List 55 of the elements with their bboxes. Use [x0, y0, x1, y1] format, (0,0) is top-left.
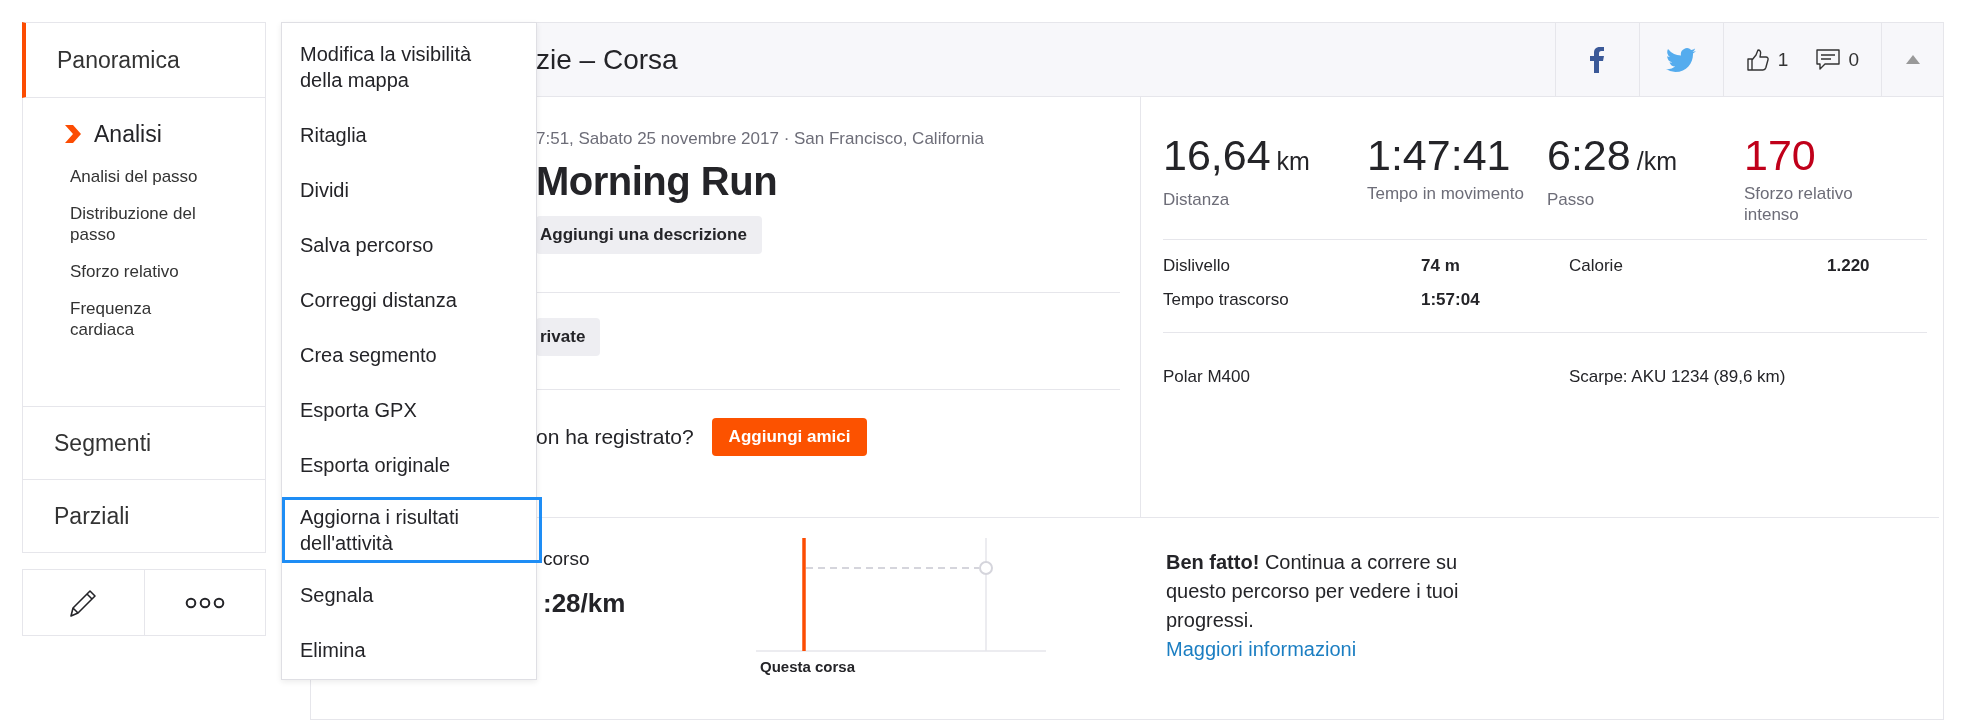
bird-icon — [1666, 47, 1697, 72]
menu-item[interactable]: Aggiorna i risultati dell'attività — [282, 497, 542, 563]
menu-item[interactable]: Segnala — [282, 572, 536, 618]
kudos-button[interactable]: 1 — [1722, 23, 1811, 96]
gear-text: Polar M400 — [1163, 367, 1251, 387]
date-location-text: 7:51, Sabato 25 novembre 2017 · San Francisco, California — [536, 129, 985, 149]
chart-label: Questa corsa — [760, 658, 856, 675]
stat-value: 16,64 km — [1163, 130, 1311, 181]
activity-title: Morning Run — [536, 159, 779, 204]
sidebar-link[interactable]: Analisi del passo — [23, 158, 240, 195]
detail-label: Calorie — [1569, 256, 1624, 276]
sidebar-tab[interactable]: Segmenti — [22, 407, 266, 480]
encouragement-text: Ben fatto! Continua a correre su questo percorso per vedere i tuoi progressi. — [1166, 550, 1460, 633]
menu-item[interactable]: Salva percorso — [282, 222, 536, 268]
menu-item[interactable]: Esporta GPX — [282, 387, 536, 433]
friends-prompt-text: on ha registrato? — [536, 425, 694, 449]
detail-label: Dislivello — [1163, 256, 1232, 276]
detail-value: 1:57:04 — [1421, 290, 1481, 310]
add-description-button[interactable]: Aggiungi una descrizione — [536, 216, 762, 254]
page-title: zie – Corsa — [536, 43, 678, 76]
menu-item[interactable]: Correggi distanza — [282, 277, 536, 323]
segment-label: corso — [543, 548, 591, 570]
comments-button[interactable]: 0 — [1810, 23, 1881, 96]
sidebar-tab[interactable]: Parziali — [22, 480, 266, 553]
stat-label: Distanza — [1163, 189, 1231, 210]
thumbs-up-icon — [1745, 47, 1770, 72]
sidebar-link[interactable]: Sforzo relativo — [23, 253, 240, 290]
triangle-up-icon — [1905, 55, 1920, 64]
stat-label: Passo — [1547, 189, 1596, 210]
menu-item[interactable]: Ritaglia — [282, 112, 536, 158]
chevron-icon — [62, 123, 84, 145]
detail-label: Tempo trascorso — [1163, 290, 1290, 310]
privacy-button[interactable]: rivate — [536, 318, 601, 356]
stat-value: 6:28/km — [1547, 130, 1678, 181]
more-icon — [184, 596, 225, 609]
stat-label: Tempo in movimento — [1367, 183, 1525, 204]
menu-item[interactable]: Elimina — [282, 627, 536, 673]
menu-item[interactable]: Dividi — [282, 167, 536, 213]
gear-text: Scarpe: AKU 1234 (89,6 km) — [1569, 367, 1787, 387]
comment-icon — [1816, 48, 1841, 71]
stat-label: Sforzo relativo intenso — [1744, 183, 1854, 225]
sidebar-link[interactable]: Frequenza cardiaca — [23, 290, 240, 348]
detail-value: 74 m — [1421, 256, 1461, 276]
menu-item[interactable]: Esporta originale — [282, 442, 536, 488]
menu-item[interactable]: Crea segmento — [282, 332, 536, 378]
sidebar-link[interactable]: Distribuzione del passo — [23, 195, 240, 253]
more-info-link[interactable]: Maggiori informazioni — [1166, 638, 1357, 660]
facebook-icon — [1590, 46, 1605, 73]
segment-pace: :28/km — [543, 588, 627, 619]
menu-item[interactable]: Modifica la visibilità della mappa — [282, 31, 536, 103]
stat-value: 170 — [1744, 130, 1817, 181]
sidebar-subtab[interactable]: Analisi — [23, 110, 265, 158]
stat-value: 1:47:41 — [1367, 130, 1512, 181]
detail-value: 1.220 — [1827, 256, 1871, 276]
sidebar-tab[interactable]: Panoramica — [22, 22, 266, 98]
